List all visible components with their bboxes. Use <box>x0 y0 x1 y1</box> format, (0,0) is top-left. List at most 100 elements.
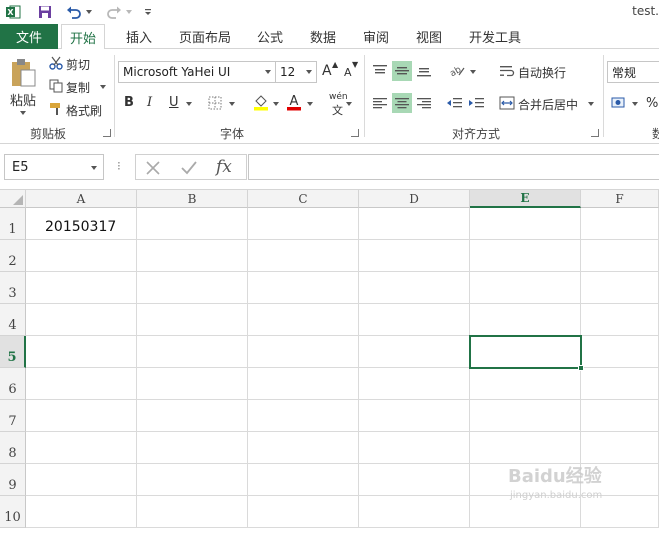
orientation-icon[interactable]: ab <box>446 61 468 81</box>
cell-a4-border[interactable] <box>26 304 137 336</box>
currency-icon[interactable] <box>610 94 630 112</box>
cell-a8-border[interactable] <box>26 432 137 464</box>
tab-view[interactable]: 视图 <box>408 24 450 49</box>
tab-file[interactable]: 文件 <box>0 24 58 49</box>
font-size-dropdown-icon[interactable] <box>306 70 312 74</box>
font-name-dropdown-icon[interactable] <box>265 70 271 74</box>
fill-color-icon[interactable] <box>252 93 270 111</box>
cell-f1-border[interactable] <box>581 208 659 240</box>
cell-f3-border[interactable] <box>581 272 659 304</box>
cell-c5-border[interactable] <box>248 336 359 368</box>
currency-dropdown-icon[interactable] <box>632 102 638 106</box>
tab-review[interactable]: 审阅 <box>355 24 397 49</box>
cell-f6-border[interactable] <box>581 368 659 400</box>
cell-a2-border[interactable] <box>26 240 137 272</box>
column-header-a[interactable]: A <box>26 190 137 208</box>
merge-center-button[interactable]: 合并后居中 <box>518 96 578 113</box>
cell-d3-border[interactable] <box>359 272 470 304</box>
scissors-icon[interactable] <box>48 55 64 71</box>
cell-b2-border[interactable] <box>137 240 248 272</box>
column-header-c[interactable]: C <box>248 190 359 208</box>
tab-data[interactable]: 数据 <box>302 24 344 49</box>
cell-e6-border[interactable] <box>470 368 581 400</box>
cell-c10-border[interactable] <box>248 496 359 528</box>
increase-indent-icon[interactable] <box>466 93 486 113</box>
cell-e1-border[interactable] <box>470 208 581 240</box>
cell-f7-border[interactable] <box>581 400 659 432</box>
row-header-9[interactable]: 9 <box>0 464 26 496</box>
cell-a5-border[interactable] <box>26 336 137 368</box>
cell-e3-border[interactable] <box>470 272 581 304</box>
wrap-text-button[interactable]: 自动换行 <box>518 64 566 81</box>
cell-b6-border[interactable] <box>137 368 248 400</box>
percent-button[interactable]: % <box>646 96 658 111</box>
decrease-indent-icon[interactable] <box>444 93 464 113</box>
cell-e7-border[interactable] <box>470 400 581 432</box>
cell-b9-border[interactable] <box>137 464 248 496</box>
worksheet-grid[interactable]: A B C D E F 1 2 3 4 5 6 7 8 9 10 2015031… <box>0 190 659 534</box>
row-header-2[interactable]: 2 <box>0 240 26 272</box>
tab-insert[interactable]: 插入 <box>118 24 160 49</box>
cell-d7-border[interactable] <box>359 400 470 432</box>
border-dropdown-icon[interactable] <box>229 102 235 106</box>
align-bottom-icon[interactable] <box>414 61 434 81</box>
cell-d1-border[interactable] <box>359 208 470 240</box>
column-header-e[interactable]: E <box>470 190 581 208</box>
decrease-font-button[interactable]: A <box>344 66 352 79</box>
insert-function-button[interactable]: fx <box>216 157 232 177</box>
align-center-icon[interactable] <box>392 93 412 113</box>
row-header-3[interactable]: 3 <box>0 272 26 304</box>
cell-b1-border[interactable] <box>137 208 248 240</box>
cell-d2-border[interactable] <box>359 240 470 272</box>
redo-dropdown-icon[interactable] <box>126 10 132 14</box>
underline-button[interactable]: U <box>169 95 179 110</box>
cell-c1-border[interactable] <box>248 208 359 240</box>
cell-b4-border[interactable] <box>137 304 248 336</box>
align-right-icon[interactable] <box>414 93 434 113</box>
row-header-1[interactable]: 1 <box>0 208 26 240</box>
cell-f2-border[interactable] <box>581 240 659 272</box>
border-icon[interactable] <box>207 95 223 111</box>
cell-a3-border[interactable] <box>26 272 137 304</box>
font-color-icon[interactable]: A <box>285 93 303 111</box>
cell-c9-border[interactable] <box>248 464 359 496</box>
merge-dropdown-icon[interactable] <box>588 102 594 106</box>
cell-d6-border[interactable] <box>359 368 470 400</box>
cut-button[interactable]: 剪切 <box>66 56 90 73</box>
column-header-b[interactable]: B <box>137 190 248 208</box>
cell-e4-border[interactable] <box>470 304 581 336</box>
fill-handle[interactable] <box>578 365 584 371</box>
cell-a6-border[interactable] <box>26 368 137 400</box>
alignment-launcher-icon[interactable] <box>591 129 599 137</box>
cell-f8-border[interactable] <box>581 432 659 464</box>
cell-d10-border[interactable] <box>359 496 470 528</box>
cell-a9-border[interactable] <box>26 464 137 496</box>
fill-color-dropdown-icon[interactable] <box>273 102 279 106</box>
name-box[interactable]: E5 <box>4 154 104 180</box>
cell-c3-border[interactable] <box>248 272 359 304</box>
phonetic-dropdown-icon[interactable] <box>346 102 352 106</box>
cell-a1[interactable]: 20150317 <box>26 208 137 240</box>
cell-f5-border[interactable] <box>581 336 659 368</box>
cell-d8-border[interactable] <box>359 432 470 464</box>
cell-c6-border[interactable] <box>248 368 359 400</box>
row-header-8[interactable]: 8 <box>0 432 26 464</box>
undo-icon[interactable] <box>64 3 84 21</box>
format-painter-button[interactable]: 格式刷 <box>66 102 102 119</box>
clipboard-launcher-icon[interactable] <box>103 129 111 137</box>
cell-b10-border[interactable] <box>137 496 248 528</box>
enter-check-icon[interactable] <box>180 159 198 177</box>
cell-d9-border[interactable] <box>359 464 470 496</box>
customize-toolbar-icon[interactable] <box>142 3 154 21</box>
row-header-4[interactable]: 4 <box>0 304 26 336</box>
merge-center-icon[interactable] <box>498 94 516 112</box>
cell-b5-border[interactable] <box>137 336 248 368</box>
align-left-icon[interactable] <box>370 93 390 113</box>
paste-icon[interactable] <box>8 57 38 89</box>
number-format-combo[interactable]: 常规 <box>607 61 659 83</box>
font-launcher-icon[interactable] <box>351 129 359 137</box>
cell-b8-border[interactable] <box>137 432 248 464</box>
cell-c4-border[interactable] <box>248 304 359 336</box>
cell-c8-border[interactable] <box>248 432 359 464</box>
column-header-f[interactable]: F <box>581 190 659 208</box>
